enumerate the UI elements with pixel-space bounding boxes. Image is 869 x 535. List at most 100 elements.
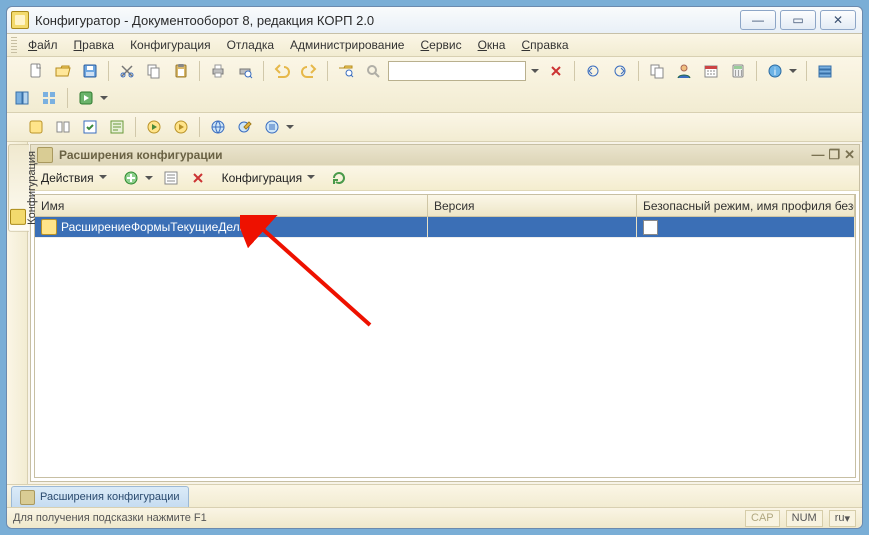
safe-mode-checkbox[interactable]	[643, 220, 658, 235]
search-dropdown-icon[interactable]	[529, 60, 541, 82]
add-icon[interactable]	[119, 166, 143, 190]
user-icon[interactable]	[672, 59, 696, 83]
help-icon[interactable]: i	[763, 59, 787, 83]
side-tab-label: Конфигурация	[26, 151, 38, 225]
paste-icon[interactable]	[169, 59, 193, 83]
child-window-extensions: Расширения конфигурации — ❐ ✕ Действия	[30, 144, 860, 482]
add-extension-button[interactable]	[119, 166, 156, 190]
tab-extensions[interactable]: Расширения конфигурации	[11, 486, 189, 507]
redo-icon[interactable]	[297, 59, 321, 83]
search-input[interactable]	[388, 61, 526, 81]
col-header-version[interactable]: Версия	[428, 195, 637, 216]
window-controls: — ▭ ✕	[740, 10, 856, 30]
status-num: NUM	[786, 510, 823, 527]
chevron-down-icon[interactable]	[143, 166, 156, 190]
child-restore-button[interactable]: ❐	[828, 147, 840, 163]
globe-edit-icon[interactable]	[233, 115, 257, 139]
undo-icon[interactable]	[270, 59, 294, 83]
chevron-down-icon[interactable]	[98, 86, 111, 110]
col-header-name[interactable]: Имя	[35, 195, 428, 216]
child-minimize-button[interactable]: —	[811, 147, 824, 163]
close-button[interactable]: ✕	[820, 10, 856, 30]
child-window-title: Расширения конфигурации	[59, 148, 223, 162]
col-header-safe[interactable]: Безопасный режим, имя профиля безоп...	[637, 195, 855, 216]
menu-edit[interactable]: Правка	[66, 34, 123, 56]
configuration-tree-icon[interactable]	[24, 115, 48, 139]
menu-windows[interactable]: Окна	[470, 34, 514, 56]
chevron-down-icon	[97, 171, 107, 186]
list-settings-icon[interactable]	[159, 166, 183, 190]
status-hint: Для получения подсказки нажмите F1	[13, 512, 207, 524]
search-clear-icon[interactable]	[544, 59, 568, 83]
new-icon[interactable]	[24, 59, 48, 83]
find-folder-icon[interactable]	[334, 59, 358, 83]
menu-help[interactable]: Справка	[513, 34, 576, 56]
grid-body[interactable]: РасширениеФормыТекущиеДела	[35, 217, 855, 477]
run-debug-icon[interactable]	[142, 115, 166, 139]
menu-admin[interactable]: Администрирование	[282, 34, 412, 56]
status-cap: CAP	[745, 510, 780, 527]
copy-icon[interactable]	[142, 59, 166, 83]
dataprocessor1-icon[interactable]	[813, 59, 837, 83]
table-row[interactable]: РасширениеФормыТекущиеДела	[35, 217, 855, 238]
chevron-down-icon[interactable]	[284, 115, 297, 139]
side-tab-configuration[interactable]: Конфигурация	[8, 144, 29, 232]
maximize-button[interactable]: ▭	[780, 10, 816, 30]
print-preview-icon[interactable]	[233, 59, 257, 83]
bottom-tabs: Расширения конфигурации	[7, 484, 862, 507]
window-title: Конфигуратор - Документооборот 8, редакц…	[35, 13, 374, 28]
grid-header: Имя Версия Безопасный режим, имя профиля…	[35, 195, 855, 217]
status-lang[interactable]: ru ▾	[829, 510, 856, 527]
globe-list-icon[interactable]	[260, 115, 284, 139]
statusbar: Для получения подсказки нажмите F1 CAP N…	[7, 507, 862, 528]
delete-icon[interactable]	[186, 166, 210, 190]
window-icon	[37, 147, 53, 163]
child-toolbar: Действия	[31, 165, 859, 191]
window-icon	[20, 490, 35, 505]
menubar-grip[interactable]	[11, 37, 17, 53]
menu-config[interactable]: Конфигурация	[122, 34, 219, 56]
toolbar-main: i	[7, 57, 862, 113]
save-icon[interactable]	[78, 59, 102, 83]
extension-icon	[41, 219, 57, 235]
svg-text:i: i	[774, 67, 776, 78]
actions-menu-button[interactable]: Действия	[35, 167, 113, 189]
menu-service[interactable]: Сервис	[412, 34, 469, 56]
app-icon	[11, 11, 29, 29]
compare-icon[interactable]	[51, 115, 75, 139]
globe-dropdown[interactable]	[260, 115, 297, 139]
menu-file[interactable]: Файл	[20, 34, 66, 56]
calculator-icon[interactable]	[726, 59, 750, 83]
menubar: Файл Правка Конфигурация Отладка Админис…	[7, 34, 862, 57]
search-icon[interactable]	[361, 59, 385, 83]
configuration-menu-button[interactable]: Конфигурация	[216, 167, 322, 189]
minimize-button[interactable]: —	[740, 10, 776, 30]
toolbar-secondary	[7, 113, 862, 142]
chevron-down-icon[interactable]	[787, 59, 800, 83]
cube-icon	[10, 209, 26, 225]
open-icon[interactable]	[51, 59, 75, 83]
calendar-icon[interactable]	[699, 59, 723, 83]
dataprocessor3-icon[interactable]	[37, 86, 61, 110]
titlebar: Конфигуратор - Документооборот 8, редакц…	[7, 7, 862, 34]
dataprocessor2-icon[interactable]	[10, 86, 34, 110]
run-1c-dropdown[interactable]	[74, 86, 111, 110]
extensions-grid: Имя Версия Безопасный режим, имя профиля…	[34, 194, 856, 478]
help-dropdown[interactable]: i	[763, 59, 800, 83]
copy-special-icon[interactable]	[645, 59, 669, 83]
module-icon[interactable]	[105, 115, 129, 139]
run-1c-icon[interactable]	[74, 86, 98, 110]
tab-label: Расширения конфигурации	[40, 491, 180, 503]
menu-debug[interactable]: Отладка	[219, 34, 282, 56]
globe-view-icon[interactable]	[206, 115, 230, 139]
syntax-check-icon[interactable]	[78, 115, 102, 139]
print-icon[interactable]	[206, 59, 230, 83]
cut-icon[interactable]	[115, 59, 139, 83]
run-icon[interactable]	[169, 115, 193, 139]
previous-mark-icon[interactable]	[581, 59, 605, 83]
application-window: Конфигуратор - Документооборот 8, редакц…	[6, 6, 863, 529]
side-tab-strip: Конфигурация	[7, 142, 28, 484]
refresh-icon[interactable]	[327, 166, 351, 190]
next-mark-icon[interactable]	[608, 59, 632, 83]
child-close-button[interactable]: ✕	[844, 147, 855, 163]
